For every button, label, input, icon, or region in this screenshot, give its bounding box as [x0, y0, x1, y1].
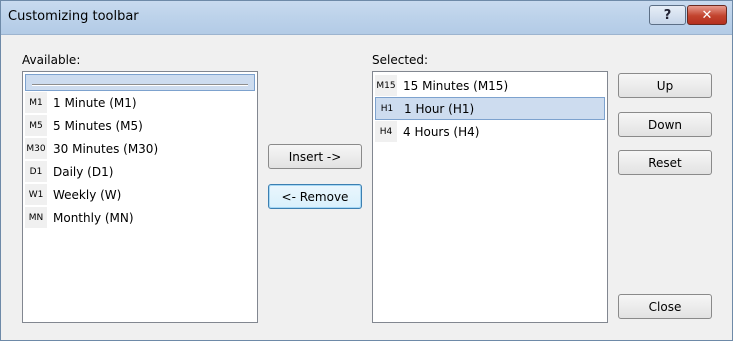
available-item-label: 1 Minute (M1) — [53, 95, 137, 110]
close-button[interactable]: Close — [618, 294, 712, 319]
available-listbox[interactable]: M1 1 Minute (M1) M5 5 Minutes (M5) M30 3… — [22, 71, 258, 323]
timeframe-code: H1 — [376, 98, 398, 119]
selected-item-m15[interactable]: M15 15 Minutes (M15) — [375, 75, 605, 96]
selected-label: Selected: — [372, 53, 429, 67]
customizing-toolbar-dialog: Customizing toolbar ? ✕ Available: M1 1 … — [0, 0, 733, 341]
available-item-m30[interactable]: M30 30 Minutes (M30) — [25, 138, 255, 159]
timeframe-code: M30 — [25, 138, 47, 159]
window-title: Customizing toolbar — [8, 9, 139, 24]
separator-line — [32, 84, 248, 86]
timeframe-code: M15 — [375, 75, 397, 96]
title-bar[interactable]: Customizing toolbar ? ✕ — [1, 1, 732, 35]
available-separator-item[interactable] — [25, 74, 255, 91]
help-icon: ? — [663, 7, 672, 23]
timeframe-code: W1 — [25, 184, 47, 205]
timeframe-code: MN — [25, 207, 47, 228]
reset-button[interactable]: Reset — [618, 150, 712, 175]
timeframe-code: M5 — [25, 115, 47, 136]
selected-item-label: 1 Hour (H1) — [404, 101, 475, 116]
available-item-mn[interactable]: MN Monthly (MN) — [25, 207, 255, 228]
insert-button[interactable]: Insert -> — [268, 144, 362, 169]
available-item-w1[interactable]: W1 Weekly (W) — [25, 184, 255, 205]
selected-listbox[interactable]: M15 15 Minutes (M15) H1 1 Hour (H1) H4 4… — [372, 71, 608, 323]
selected-item-label: 15 Minutes (M15) — [403, 78, 509, 93]
available-item-d1[interactable]: D1 Daily (D1) — [25, 161, 255, 182]
selected-item-h4[interactable]: H4 4 Hours (H4) — [375, 121, 605, 142]
timeframe-code: D1 — [25, 161, 47, 182]
up-button[interactable]: Up — [618, 73, 712, 98]
selected-item-label: 4 Hours (H4) — [403, 124, 480, 139]
window-close-button[interactable]: ✕ — [687, 5, 727, 25]
available-item-label: Daily (D1) — [53, 164, 114, 179]
close-icon: ✕ — [701, 7, 713, 23]
timeframe-code: H4 — [375, 121, 397, 142]
help-button[interactable]: ? — [649, 5, 686, 25]
available-label: Available: — [22, 53, 81, 67]
down-button[interactable]: Down — [618, 112, 712, 137]
remove-button[interactable]: <- Remove — [268, 184, 362, 209]
timeframe-code: M1 — [25, 92, 47, 113]
available-item-label: 30 Minutes (M30) — [53, 141, 159, 156]
available-item-label: Monthly (MN) — [53, 210, 134, 225]
available-item-m5[interactable]: M5 5 Minutes (M5) — [25, 115, 255, 136]
available-item-label: Weekly (W) — [53, 187, 122, 202]
available-item-m1[interactable]: M1 1 Minute (M1) — [25, 92, 255, 113]
available-item-label: 5 Minutes (M5) — [53, 118, 143, 133]
selected-item-h1[interactable]: H1 1 Hour (H1) — [375, 97, 605, 120]
